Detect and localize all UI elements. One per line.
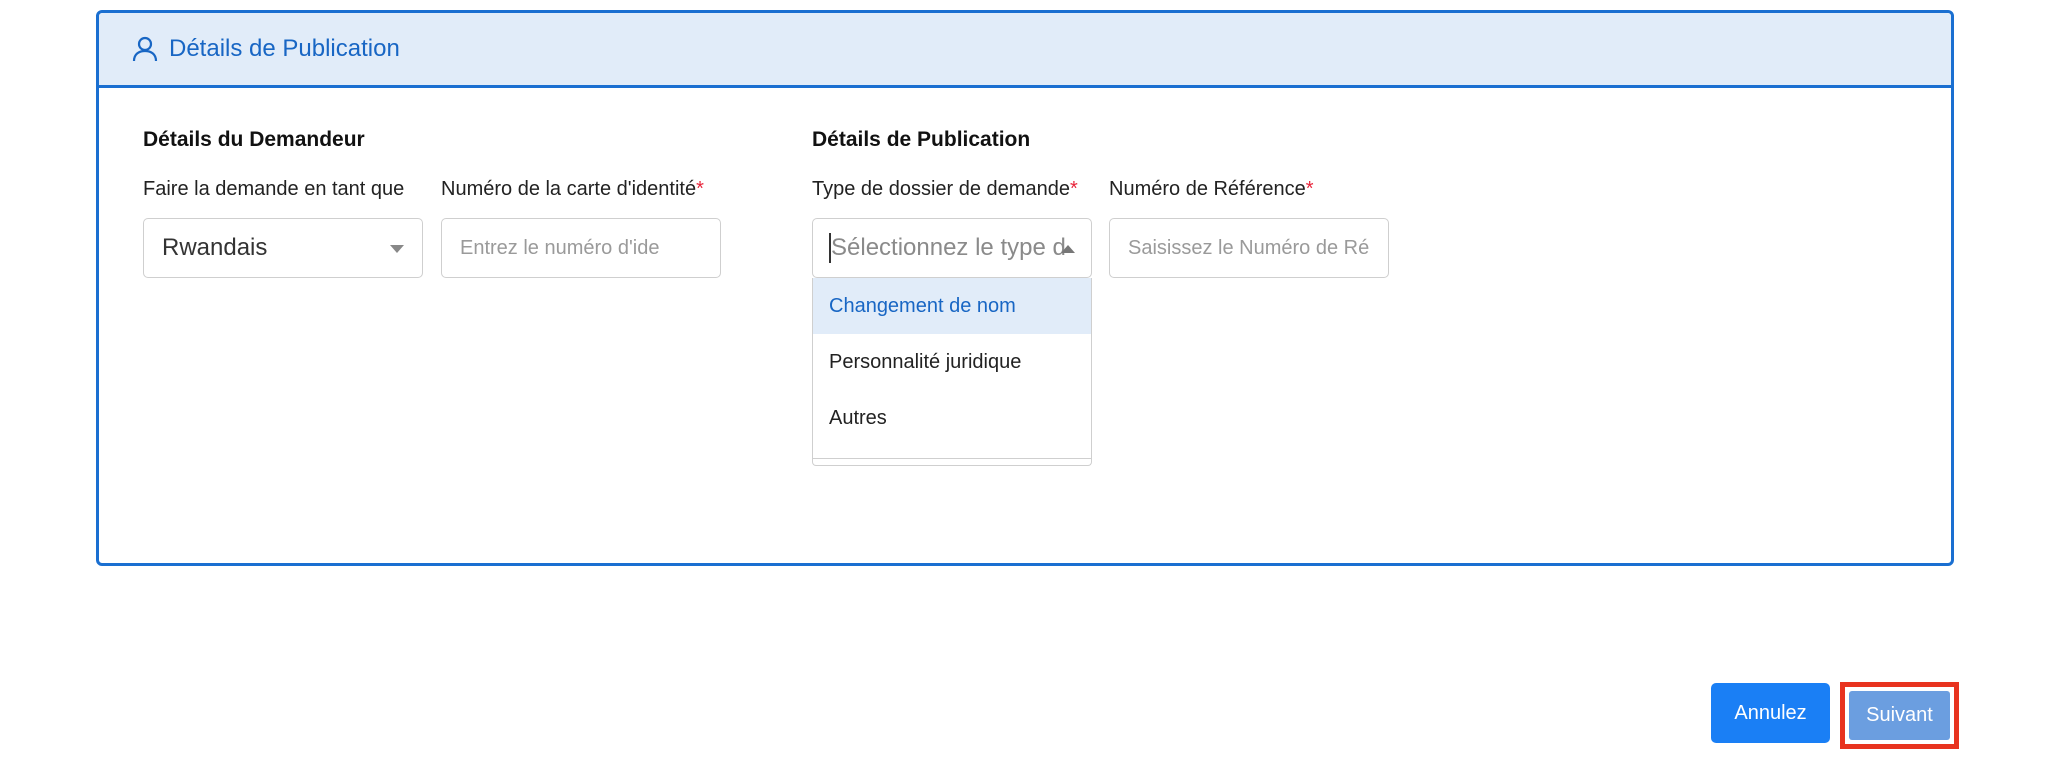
reference-number-input[interactable]: Saisissez le Numéro de Ré <box>1109 218 1389 278</box>
dropdown-option-legal-personality[interactable]: Personnalité juridique <box>813 334 1091 390</box>
next-button[interactable]: Suivant <box>1849 691 1950 740</box>
id-number-label: Numéro de la carte d'identité* <box>441 178 704 200</box>
file-type-dropdown: Changement de nom Personnalité juridique… <box>812 278 1092 466</box>
chevron-down-icon <box>390 245 404 253</box>
dropdown-divider <box>813 458 1091 459</box>
reference-label: Numéro de Référence* <box>1109 178 1314 200</box>
cancel-button[interactable]: Annulez <box>1711 683 1830 743</box>
dropdown-option-name-change[interactable]: Changement de nom <box>813 278 1091 334</box>
card-header-title: Détails de Publication <box>169 35 400 62</box>
apply-as-value: Rwandais <box>162 234 268 261</box>
apply-as-select[interactable]: Rwandais <box>143 218 423 278</box>
chevron-up-icon <box>1061 245 1075 253</box>
id-number-placeholder: Entrez le numéro d'ide <box>460 236 660 259</box>
required-marker: * <box>1069 178 1078 200</box>
text-cursor <box>829 233 831 263</box>
id-number-input[interactable]: Entrez le numéro d'ide <box>441 218 721 278</box>
dropdown-option-others[interactable]: Autres <box>813 390 1091 446</box>
applicant-section-title: Détails du Demandeur <box>143 128 365 151</box>
next-button-highlight: Suivant <box>1840 682 1959 749</box>
required-marker: * <box>1305 178 1314 200</box>
reference-number-placeholder: Saisissez le Numéro de Ré <box>1128 236 1370 259</box>
card-header: Détails de Publication <box>99 13 1951 88</box>
apply-as-label: Faire la demande en tant que <box>143 178 405 200</box>
required-marker: * <box>696 178 704 200</box>
user-icon <box>131 35 159 63</box>
publication-section-title: Détails de Publication <box>812 128 1031 151</box>
file-type-label: Type de dossier de demande* <box>812 178 1078 200</box>
file-type-select[interactable]: Sélectionnez le type d <box>812 218 1092 278</box>
file-type-placeholder: Sélectionnez le type d <box>831 234 1066 261</box>
